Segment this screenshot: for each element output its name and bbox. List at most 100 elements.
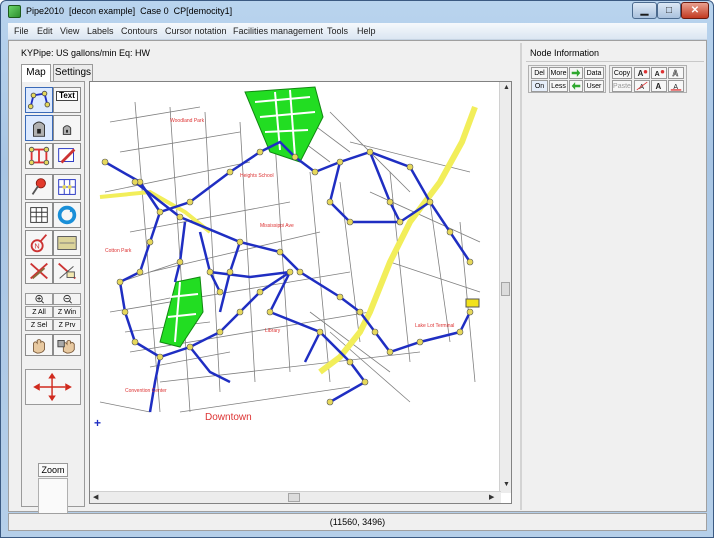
zoom-selection-button[interactable]: Z Sel	[25, 319, 53, 331]
junction-node[interactable]	[466, 308, 474, 316]
zoom-window-button[interactable]: Z Win	[53, 306, 81, 318]
junction-node[interactable]	[316, 328, 324, 336]
map-canvas[interactable]: Woodland Park Heights School Mississippi…	[89, 81, 512, 504]
delete-button[interactable]: Del	[531, 67, 548, 79]
background-map-tool[interactable]	[53, 230, 81, 256]
junction-node[interactable]	[456, 328, 464, 336]
junction-node[interactable]	[131, 178, 139, 186]
junction-node[interactable]	[426, 198, 434, 206]
junction-node[interactable]	[206, 268, 214, 276]
map-grid-tool[interactable]	[53, 174, 81, 200]
junction-node[interactable]	[366, 148, 374, 156]
table-tool[interactable]	[25, 202, 53, 228]
junction-node[interactable]	[286, 268, 294, 276]
menu-view[interactable]: View	[60, 26, 79, 36]
junction-node[interactable]	[131, 338, 139, 346]
junction-node[interactable]	[336, 158, 344, 166]
junction-node[interactable]	[236, 238, 244, 246]
user-button[interactable]: User	[584, 80, 604, 92]
scroll-right-icon[interactable]: ▶	[489, 493, 494, 501]
zoom-in-button[interactable]	[25, 293, 53, 305]
menu-tools[interactable]: Tools	[327, 26, 348, 36]
junction-node[interactable]	[361, 378, 369, 386]
title-bar[interactable]: Pipe2010 [decon example] Case 0 CP[democ…	[1, 1, 713, 23]
maximize-button[interactable]: □	[657, 2, 681, 19]
text-bold-button[interactable]: A	[651, 80, 667, 92]
reservoir-tool[interactable]	[53, 115, 81, 141]
junction-node[interactable]	[146, 238, 154, 246]
junction-node[interactable]	[256, 148, 264, 156]
pin-tool[interactable]	[25, 174, 53, 200]
network-select-tool[interactable]	[25, 143, 53, 169]
scroll-up-icon[interactable]: ▲	[503, 84, 510, 91]
refresh-tool[interactable]	[53, 202, 81, 228]
tab-settings[interactable]: Settings	[53, 64, 93, 81]
zoom-all-button[interactable]: Z All	[25, 306, 53, 318]
tab-map[interactable]: Map	[21, 64, 51, 82]
edit-network-tool[interactable]	[53, 143, 81, 169]
junction-node[interactable]	[326, 198, 334, 206]
measure-tool[interactable]	[53, 258, 81, 284]
font-size-decrease-button[interactable]: A	[651, 67, 667, 79]
junction-node[interactable]	[216, 288, 224, 296]
scroll-down-icon[interactable]: ▼	[503, 481, 510, 488]
vertical-scroll-thumb[interactable]	[501, 282, 510, 296]
pan-arrows[interactable]	[25, 369, 81, 405]
font-style-button[interactable]: A	[668, 67, 684, 79]
junction-node[interactable]	[416, 338, 424, 346]
network-map[interactable]: Woodland Park Heights School Mississippi…	[90, 82, 501, 493]
junction-node[interactable]	[176, 258, 184, 266]
junction-node[interactable]	[386, 198, 394, 206]
tank-tool[interactable]	[25, 115, 53, 141]
north-arrow-tool[interactable]: N	[25, 230, 53, 256]
junction-node[interactable]	[266, 308, 274, 316]
text-highlight-button[interactable]: A	[668, 80, 684, 92]
less-button[interactable]: Less	[549, 80, 568, 92]
junction-node[interactable]	[216, 328, 224, 336]
map-vertical-scrollbar[interactable]: ▲ ▼	[499, 82, 511, 493]
back-button[interactable]	[569, 80, 583, 92]
menu-help[interactable]: Help	[357, 26, 376, 36]
menu-edit[interactable]: Edit	[37, 26, 53, 36]
data-button[interactable]: Data	[584, 67, 604, 79]
junction-node[interactable]	[406, 163, 414, 171]
junction-node[interactable]	[336, 293, 344, 301]
draw-pipe-tool[interactable]	[25, 87, 53, 113]
junction-node[interactable]	[156, 208, 164, 216]
horizontal-scroll-thumb[interactable]	[288, 493, 300, 502]
junction-node[interactable]	[326, 398, 334, 406]
on-button[interactable]: On	[531, 80, 548, 92]
junction-node[interactable]	[371, 328, 379, 336]
junction-node[interactable]	[356, 308, 364, 316]
paste-button[interactable]: Paste	[612, 80, 632, 92]
junction-node[interactable]	[121, 308, 129, 316]
junction-node[interactable]	[276, 248, 284, 256]
pan-lock-tool[interactable]	[53, 334, 81, 356]
menu-facilities-management[interactable]: Facilities management	[233, 26, 323, 36]
pan-hand-tool[interactable]	[25, 334, 53, 356]
junction-node[interactable]	[186, 343, 194, 351]
close-button[interactable]: ✕	[681, 2, 709, 19]
menu-labels[interactable]: Labels	[87, 26, 114, 36]
junction-node[interactable]	[176, 213, 184, 221]
junction-node[interactable]	[156, 353, 164, 361]
font-size-increase-button[interactable]: A	[634, 67, 650, 79]
menu-contours[interactable]: Contours	[121, 26, 158, 36]
forward-button[interactable]	[569, 67, 583, 79]
junction-node[interactable]	[226, 168, 234, 176]
junction-node[interactable]	[296, 268, 304, 276]
minimize-button[interactable]: ▁	[632, 2, 657, 19]
junction-node[interactable]	[236, 308, 244, 316]
text-color-button[interactable]: A	[634, 80, 650, 92]
junction-node[interactable]	[396, 218, 404, 226]
junction-node[interactable]	[256, 288, 264, 296]
junction-node[interactable]	[136, 268, 144, 276]
menu-cursor-notation[interactable]: Cursor notation	[165, 26, 227, 36]
junction-node[interactable]	[101, 158, 109, 166]
junction-node[interactable]	[346, 358, 354, 366]
junction-node[interactable]	[291, 153, 299, 161]
menu-file[interactable]: File	[14, 26, 29, 36]
zoom-previous-button[interactable]: Z Prv	[53, 319, 81, 331]
junction-node[interactable]	[386, 348, 394, 356]
junction-node[interactable]	[186, 198, 194, 206]
